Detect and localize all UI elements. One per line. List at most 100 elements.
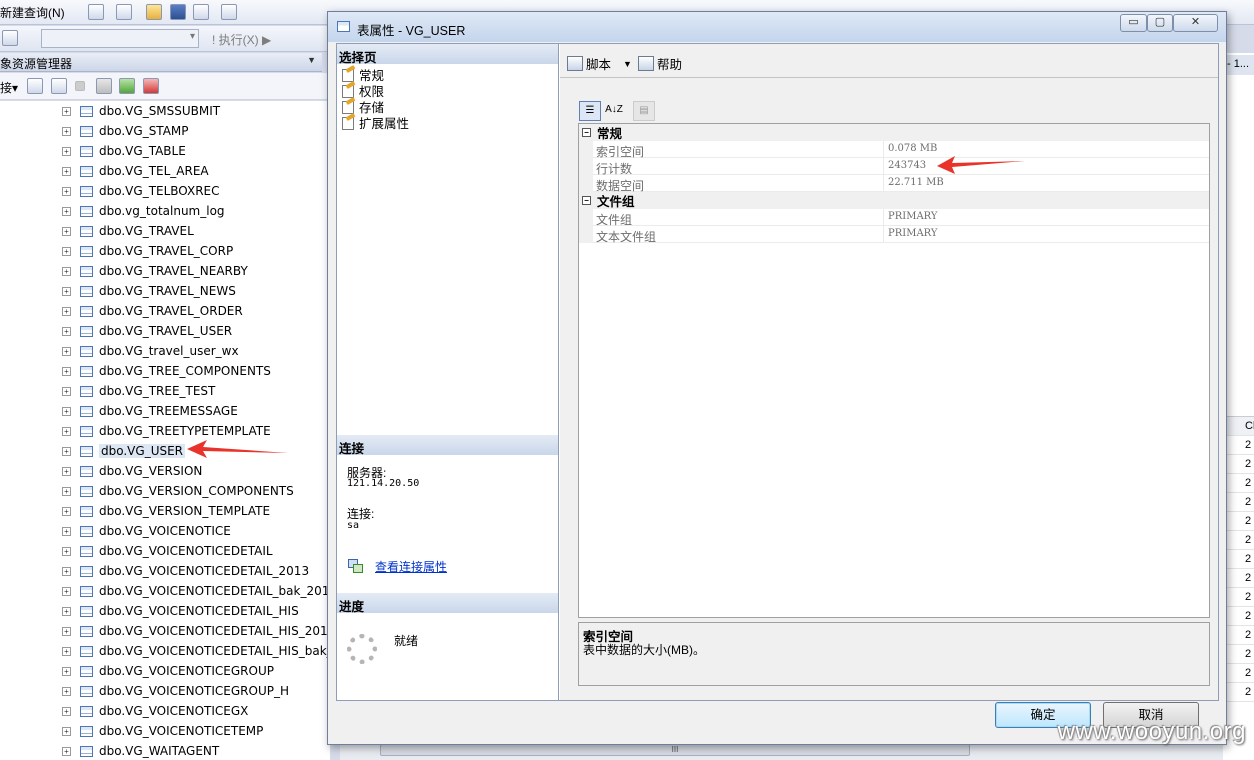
expand-icon[interactable]: + <box>62 426 71 436</box>
tree-item[interactable]: + dbo.VG_VOICENOTICEDETAIL_2013 <box>62 561 309 581</box>
execute-button[interactable]: ! 执行(X) ▶ <box>212 31 271 48</box>
tree-item[interactable]: + dbo.VG_VERSION_COMPONENTS <box>62 481 294 501</box>
register-icon[interactable] <box>27 78 43 94</box>
results-grid-cell[interactable]: 2 <box>1223 436 1254 455</box>
expand-icon[interactable]: + <box>62 526 71 536</box>
results-grid-cell[interactable]: 2 <box>1223 683 1254 702</box>
expand-icon[interactable]: + <box>62 686 71 696</box>
expand-icon[interactable]: + <box>62 666 71 676</box>
results-grid-cell[interactable]: 2 <box>1223 569 1254 588</box>
script-dropdown-icon[interactable]: ▼ <box>623 59 632 69</box>
panel-dropdown-icon[interactable]: ▼ <box>307 55 316 65</box>
tree-item[interactable]: + dbo.VG_SMSSUBMIT <box>62 101 220 121</box>
expand-icon[interactable]: + <box>62 406 71 416</box>
alphabetical-sort-icon[interactable]: A↓Z <box>605 101 623 121</box>
results-grid-cell[interactable]: 2 <box>1223 588 1254 607</box>
tree-item[interactable]: + dbo.VG_TEL_AREA <box>62 161 209 181</box>
results-grid-cell[interactable]: 2 <box>1223 455 1254 474</box>
expand-icon[interactable]: + <box>62 626 71 636</box>
results-grid-cell[interactable]: 2 <box>1223 626 1254 645</box>
open-folder-icon[interactable] <box>146 4 162 20</box>
results-grid-cell[interactable]: 2 <box>1223 645 1254 664</box>
tree-item[interactable]: + dbo.VG_STAMP <box>62 121 189 141</box>
tree-item[interactable]: + dbo.VG_TREE_TEST <box>62 381 215 401</box>
property-category[interactable]: − 常规 <box>579 124 1209 141</box>
tree-item[interactable]: + dbo.VG_travel_user_wx <box>62 341 239 361</box>
tree-item[interactable]: + dbo.VG_TRAVEL_USER <box>62 321 232 341</box>
activity-monitor-icon[interactable] <box>221 4 237 20</box>
results-grid-cell[interactable]: 2 <box>1223 474 1254 493</box>
expand-icon[interactable]: + <box>62 306 71 316</box>
help-button[interactable]: 帮助 <box>638 54 682 73</box>
tree-item[interactable]: + dbo.VG_VOICENOTICEDETAIL <box>62 541 273 561</box>
collapse-icon[interactable]: − <box>582 128 591 137</box>
expand-icon[interactable]: + <box>62 246 71 256</box>
maximize-button[interactable]: ▢ <box>1147 14 1173 32</box>
tree-item[interactable]: + dbo.VG_VOICENOTICEDETAIL_bak_2013 <box>62 581 330 601</box>
tree-item[interactable]: + dbo.vg_totalnum_log <box>62 201 225 221</box>
tree-item[interactable]: + dbo.VG_VOICENOTICEDETAIL_HIS_bak_ <box>62 641 330 661</box>
expand-icon[interactable]: + <box>62 506 71 516</box>
tree-item[interactable]: + dbo.VG_VOICENOTICEDETAIL_HIS <box>62 601 299 621</box>
expand-icon[interactable]: + <box>62 546 71 556</box>
results-grid-cell[interactable]: 2 <box>1223 607 1254 626</box>
save-icon[interactable] <box>170 4 186 20</box>
script-button[interactable]: 脚本 ▼ <box>567 54 632 73</box>
property-row[interactable]: 行计数 243743 <box>579 158 1209 176</box>
expand-icon[interactable]: + <box>62 106 71 116</box>
tree-item[interactable]: + dbo.VG_TREE_COMPONENTS <box>62 361 271 381</box>
expand-icon[interactable]: + <box>62 266 71 276</box>
property-pages-icon[interactable]: ▤ <box>633 101 655 121</box>
tree-item[interactable]: + dbo.VG_VERSION_TEMPLATE <box>62 501 270 521</box>
tree-item[interactable]: + dbo.VG_VERSION <box>62 461 202 481</box>
property-row[interactable]: 文本文件组 PRIMARY <box>579 226 1209 244</box>
disconnect-icon[interactable] <box>51 78 67 94</box>
expand-icon[interactable]: + <box>62 326 71 336</box>
results-grid-cell[interactable]: 2 <box>1223 493 1254 512</box>
expand-icon[interactable]: + <box>62 226 71 236</box>
page-item[interactable]: 扩展属性 <box>341 114 409 131</box>
property-row[interactable]: 数据空间 22.711 MB <box>579 175 1209 193</box>
property-row[interactable]: 索引空间 0.078 MB <box>579 141 1209 159</box>
results-grid-cell[interactable]: 2 <box>1223 664 1254 683</box>
tree-item[interactable]: + dbo.VG_VOICENOTICE <box>62 521 231 541</box>
categorized-view-icon[interactable]: ☰ <box>579 101 601 121</box>
results-grid-cell[interactable]: 2 <box>1223 550 1254 569</box>
expand-icon[interactable]: + <box>62 386 71 396</box>
expand-icon[interactable]: + <box>62 566 71 576</box>
expand-icon[interactable]: + <box>62 646 71 656</box>
tree-item[interactable]: + dbo.VG_TRAVEL_CORP <box>62 241 233 261</box>
expand-icon[interactable]: + <box>62 706 71 716</box>
tree-item[interactable]: + dbo.VG_TRAVEL_ORDER <box>62 301 243 321</box>
dialog-titlebar[interactable]: 表属性 - VG_USER ▭ ▢ ✕ <box>328 12 1226 42</box>
tree-item[interactable]: + dbo.VG_TREEMESSAGE <box>62 401 238 421</box>
expand-icon[interactable]: + <box>62 586 71 596</box>
expand-icon[interactable]: + <box>62 146 71 156</box>
expand-icon[interactable]: + <box>62 126 71 136</box>
filter-icon[interactable] <box>96 78 112 94</box>
connect-icon[interactable] <box>2 30 18 46</box>
expand-icon[interactable]: + <box>62 466 71 476</box>
tree-item[interactable]: + dbo.VG_VOICENOTICETEMP <box>62 721 263 741</box>
expand-icon[interactable]: + <box>62 186 71 196</box>
close-button[interactable]: ✕ <box>1173 14 1218 32</box>
expand-icon[interactable]: + <box>62 446 71 456</box>
database-selector[interactable] <box>41 29 199 48</box>
tree-item[interactable]: + dbo.VG_USER <box>62 441 186 461</box>
expand-icon[interactable]: + <box>62 486 71 496</box>
property-category[interactable]: − 文件组 <box>579 192 1209 209</box>
tree-item[interactable]: + dbo.VG_TRAVEL <box>62 221 194 241</box>
tree-item[interactable]: + dbo.VG_VOICENOTICEDETAIL_HIS_2013 <box>62 621 330 641</box>
stop-icon[interactable] <box>75 81 85 91</box>
script-icon[interactable] <box>143 78 159 94</box>
expand-icon[interactable]: + <box>62 366 71 376</box>
tree-item[interactable]: + dbo.VG_VOICENOTICEGROUP <box>62 661 274 681</box>
results-grid-cell[interactable]: 2 <box>1223 531 1254 550</box>
expand-icon[interactable]: + <box>62 346 71 356</box>
tree-item[interactable]: + dbo.VG_VOICENOTICEGROUP_H <box>62 681 289 701</box>
new-project-icon[interactable] <box>116 4 132 20</box>
tree-item[interactable]: + dbo.VG_TABLE <box>62 141 186 161</box>
new-file-icon[interactable] <box>88 4 104 20</box>
collapse-icon[interactable]: − <box>582 196 591 205</box>
expand-icon[interactable]: + <box>62 746 71 756</box>
